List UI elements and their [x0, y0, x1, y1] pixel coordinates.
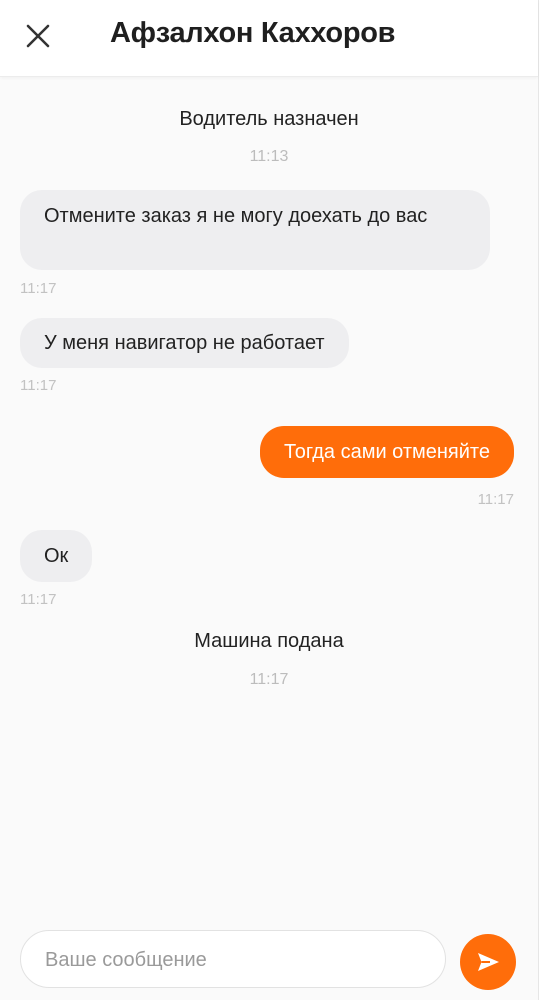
system-message: Машина подана [194, 630, 344, 652]
chat-screen: Афзалхон Каххоров Водитель назначен 11:1… [0, 0, 539, 1000]
send-button[interactable] [460, 934, 516, 990]
incoming-message-bubble: Ок [20, 530, 93, 582]
close-button[interactable] [18, 16, 58, 56]
close-icon [26, 24, 50, 48]
incoming-message-bubble: У меня навигатор не работает [20, 318, 349, 368]
send-icon [478, 953, 499, 971]
system-message-time: 11:13 [249, 148, 289, 165]
message-time: 11:17 [20, 591, 57, 608]
chat-title: Афзалхон Каххоров [110, 17, 396, 49]
message-composer [20, 930, 446, 989]
message-time: 11:17 [477, 491, 514, 508]
message-time: 11:17 [20, 377, 57, 394]
message-time: 11:17 [20, 280, 57, 297]
message-input[interactable] [43, 931, 437, 989]
chat-header: Афзалхон Каххоров [0, 0, 538, 77]
system-message: Водитель назначен [179, 108, 359, 130]
incoming-message-bubble: Отмените заказ я не могу доехать до вас [20, 190, 490, 270]
outgoing-message-bubble: Тогда сами отменяйте [260, 426, 514, 478]
system-message-time: 11:17 [249, 671, 289, 688]
